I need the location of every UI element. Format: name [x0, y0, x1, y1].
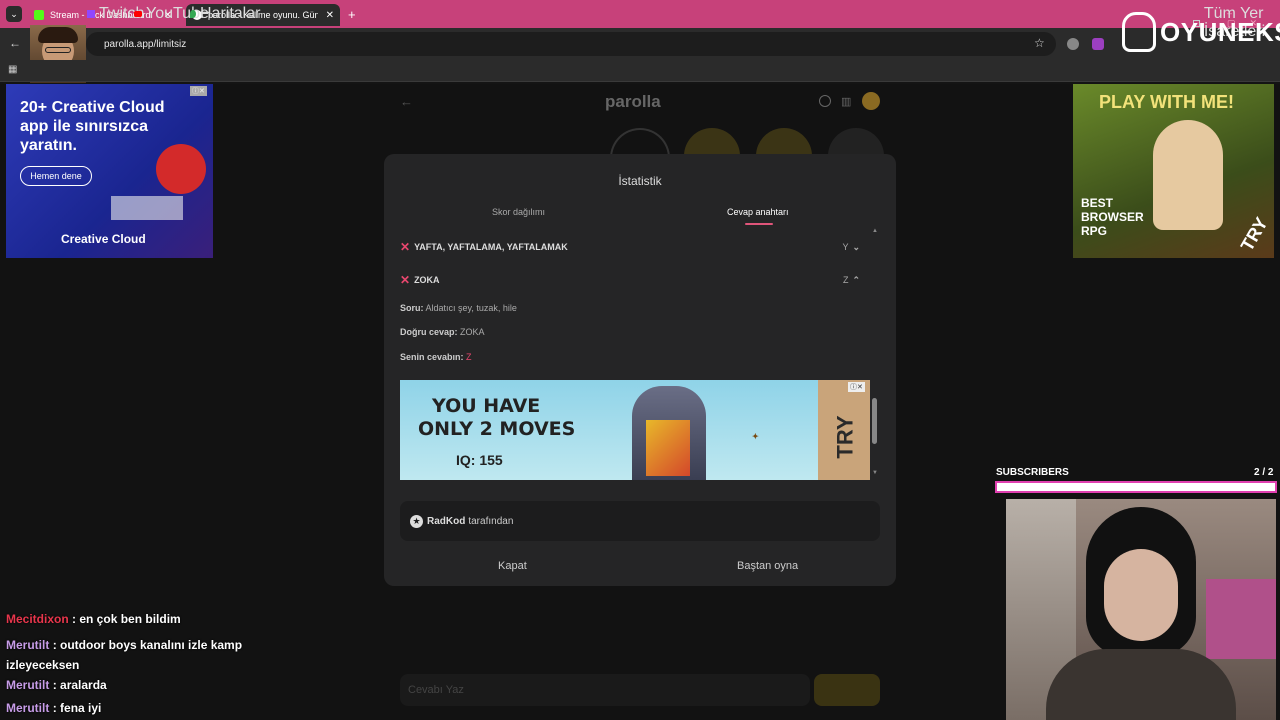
question-detail: Soru: Aldatıcı şey, tuzak, hile	[400, 303, 517, 313]
ad-line1: YOU HAVE	[432, 395, 541, 417]
tab-search-icon[interactable]: ⌄	[6, 6, 22, 22]
chat-username: Merutilt	[6, 678, 50, 692]
chat-username: Merutilt	[6, 638, 50, 652]
bookmark-label: Haritalar	[200, 5, 261, 22]
url-bar[interactable]: parolla.app/limitsiz	[86, 32, 1056, 56]
bookmarks-bar	[0, 60, 1280, 82]
bookmark-star-icon[interactable]: ☆	[1034, 36, 1045, 50]
info-icon[interactable]	[819, 95, 831, 107]
answer-input[interactable]: Cevabı Yaz	[400, 674, 810, 706]
maps-pin-icon	[190, 10, 196, 18]
credit-name: RadKod	[427, 515, 466, 527]
scroll-up-icon[interactable]: ▲	[872, 228, 878, 234]
bookmark-maps[interactable]: Haritalar	[190, 5, 260, 23]
ad-line2: ONLY 2 MOVES	[418, 418, 576, 440]
ad-headline: 20+ Creative Cloud app ile sınırsızca ya…	[20, 99, 165, 154]
apps-grid-icon[interactable]: ▦	[8, 64, 17, 75]
star-badge-icon: ★	[410, 514, 423, 528]
stats-icon[interactable]: ▥	[841, 95, 851, 108]
credit-suffix: tarafından	[468, 515, 514, 527]
ad-try[interactable]: TRY	[1237, 214, 1273, 255]
twitch-icon	[87, 10, 95, 18]
your-answer-detail: Senin cevabın: Z	[400, 352, 472, 362]
new-tab-icon[interactable]: +	[348, 7, 356, 22]
ad-brand: Creative Cloud	[61, 232, 146, 246]
logo-text: OYUNEKS	[1160, 16, 1280, 47]
restart-button[interactable]: Baştan oyna	[737, 560, 798, 572]
ad-try-panel: TRY	[818, 380, 870, 480]
tab-answer-key[interactable]: Cevap anahtarı	[727, 207, 789, 217]
ad-inline-banner[interactable]: YOU HAVE ONLY 2 MOVES IQ: 155 ✦ TRY ⓘ✕	[400, 380, 870, 480]
ad-creative-cloud[interactable]: 20+ Creative Cloud app ile sınırsızca ya…	[6, 84, 213, 258]
back-icon[interactable]: ←	[400, 94, 413, 109]
subscribers-count: 2 / 2	[1254, 467, 1274, 478]
back-arrow-icon[interactable]: ←	[9, 36, 21, 50]
answer-letter: Y	[842, 242, 849, 252]
chat-message: Merutilt : fena iyi	[6, 701, 101, 715]
chat-message: Mecitdixon : en çok ben bildim	[6, 612, 181, 626]
chat-username: Merutilt	[6, 701, 50, 715]
chat-text: : aralarda	[52, 678, 107, 692]
correct-text: ZOKA	[460, 327, 485, 337]
ad-tagline: BEST BROWSER RPG	[1081, 196, 1144, 238]
answer-text: YAFTA, YAFTALAMA, YAFTALAMAK	[414, 242, 568, 252]
cross-icon: ✕	[400, 273, 411, 287]
ad-thumbnails	[111, 196, 183, 220]
modal-title: İstatistik	[618, 174, 662, 188]
avatar[interactable]	[862, 92, 880, 110]
question-text: Aldatıcı şey, tuzak, hile	[425, 303, 517, 313]
ad-try[interactable]: TRY	[833, 415, 859, 458]
chat-message: Merutilt : aralarda	[6, 678, 107, 692]
ad-headline: PLAY WITH ME!	[1099, 92, 1235, 112]
chat-text: : fena iyi	[52, 701, 102, 715]
ad-character-image	[1153, 120, 1223, 230]
active-tab-indicator	[745, 223, 773, 225]
your-answer-label: Senin cevabın:	[400, 352, 464, 362]
scrollbar-thumb[interactable]	[872, 398, 877, 444]
close-tab-icon[interactable]: ✕	[326, 10, 334, 21]
guest-webcam	[1006, 499, 1276, 720]
submit-button[interactable]	[814, 674, 880, 706]
correct-answer-detail: Doğru cevap: ZOKA	[400, 327, 485, 337]
logo-character-icon	[1122, 12, 1156, 52]
credit-bar[interactable]: ★ RadKod tarafından	[400, 501, 880, 541]
youtube-icon	[134, 11, 142, 17]
cross-icon: ✕	[400, 240, 411, 254]
answer-row[interactable]: ✕ YAFTA, YAFTALAMA, YAFTALAMAK Y ⌄	[400, 240, 860, 254]
extension-icon[interactable]	[1067, 38, 1079, 50]
site-logo: parolla	[605, 92, 661, 111]
kick-icon	[34, 10, 44, 20]
scrollbar[interactable]: ▲ ▼	[872, 228, 878, 478]
extension-icon[interactable]	[1092, 38, 1104, 50]
ad-info-icon[interactable]: ⓘ✕	[848, 382, 865, 392]
channel-logo: OYUNEKS	[1122, 10, 1280, 54]
ad-iq: IQ: 155	[456, 452, 503, 468]
ad-hero-wars[interactable]: PLAY WITH ME! BEST BROWSER RPG TRY	[1073, 84, 1274, 258]
answer-letter: Z	[842, 275, 849, 285]
your-answer-text: Z	[466, 352, 472, 362]
ad-cta-button[interactable]: Hemen dene	[20, 166, 92, 186]
chevron-down-icon: ⌄	[852, 241, 860, 252]
answer-text: ZOKA	[414, 275, 440, 285]
ad-info-icon[interactable]: ⓘ✕	[190, 86, 207, 96]
chat-message: Merutilt : outdoor boys kanalını izle ka…	[6, 635, 266, 675]
question-label: Soru:	[400, 303, 424, 313]
chevron-up-icon: ⌃	[852, 274, 860, 285]
subscribers-label: SUBSCRIBERS	[996, 467, 1069, 478]
answer-row[interactable]: ✕ ZOKA Z ⌃	[400, 273, 860, 287]
hero-wars-logo: ✦	[752, 432, 759, 441]
scroll-down-icon[interactable]: ▼	[872, 470, 878, 476]
close-button[interactable]: Kapat	[498, 560, 527, 572]
tab-score-distribution[interactable]: Skor dağılımı	[492, 207, 545, 217]
chat-username: Mecitdixon	[6, 612, 69, 626]
ad-crystal-image	[646, 420, 690, 476]
ad-flower-image	[156, 144, 206, 194]
correct-label: Doğru cevap:	[400, 327, 458, 337]
chat-text: : en çok ben bildim	[72, 612, 181, 626]
subscribers-progress-bar	[995, 481, 1277, 493]
url-text: parolla.app/limitsiz	[104, 38, 187, 50]
